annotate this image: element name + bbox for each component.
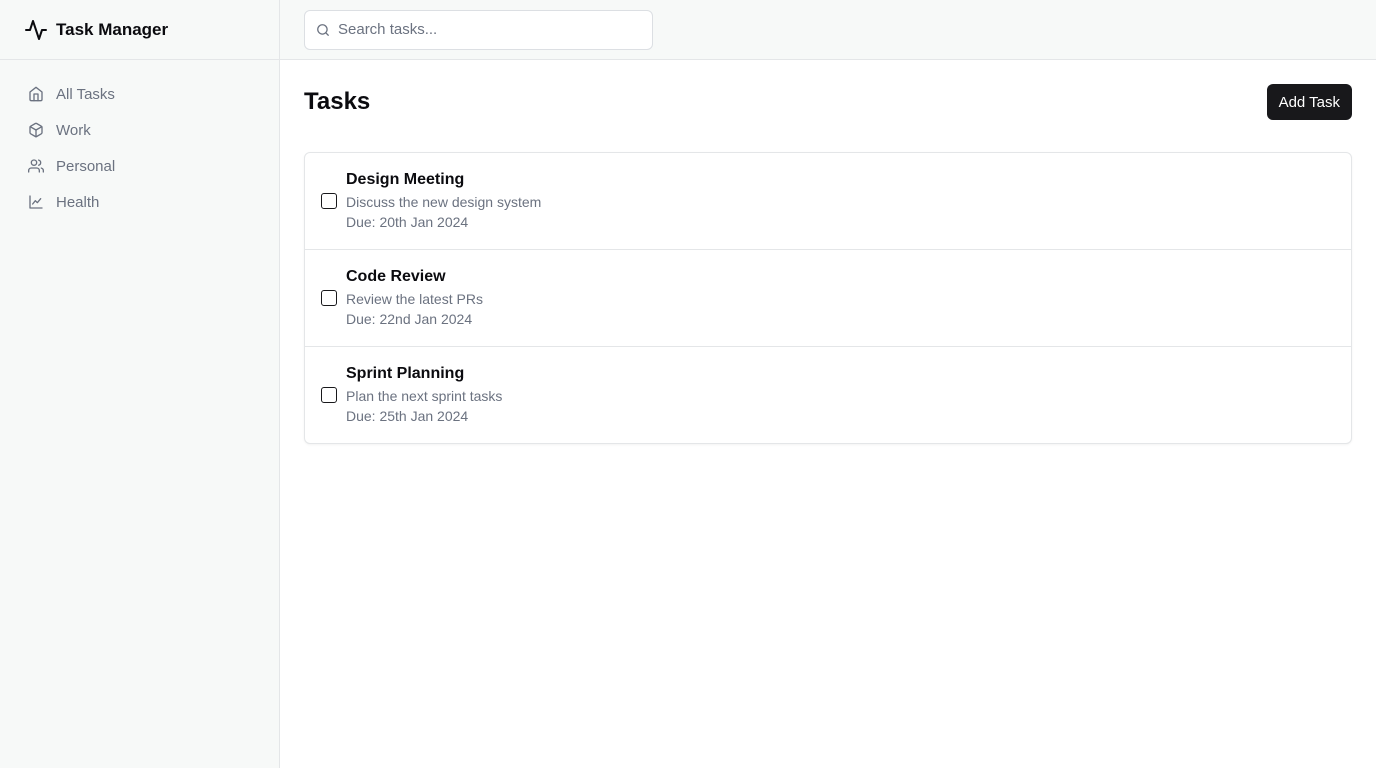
sidebar: Task Manager All Tasks Work Personal Hea… <box>0 0 280 768</box>
task-text: Sprint Planning Plan the next sprint tas… <box>346 364 502 426</box>
task-list: Design Meeting Discuss the new design sy… <box>304 152 1352 444</box>
sidebar-item-label: Health <box>56 193 100 211</box>
sidebar-item-label: Work <box>56 121 91 139</box>
task-description: Review the latest PRs <box>346 291 483 307</box>
activity-icon <box>24 18 48 42</box>
brand: Task Manager <box>0 0 279 60</box>
page-header: Tasks Add Task <box>304 84 1352 120</box>
task-text: Code Review Review the latest PRs Due: 2… <box>346 267 483 329</box>
content: Tasks Add Task Design Meeting Discuss th… <box>280 60 1376 444</box>
app-root: Task Manager All Tasks Work Personal Hea… <box>0 0 1376 768</box>
home-icon <box>28 86 44 102</box>
sidebar-item-all-tasks[interactable]: All Tasks <box>16 76 263 112</box>
sidebar-item-label: Personal <box>56 157 116 175</box>
task-title: Design Meeting <box>346 171 465 188</box>
main-area: Tasks Add Task Design Meeting Discuss th… <box>280 0 1376 768</box>
search-box[interactable] <box>304 9 653 50</box>
package-icon <box>28 122 44 138</box>
task-due-date: Due: 20th Jan 2024 <box>346 214 469 230</box>
task-due-date: Due: 25th Jan 2024 <box>346 408 469 424</box>
task-checkbox[interactable] <box>321 387 337 403</box>
line-chart-icon <box>28 194 44 210</box>
list-item: Sprint Planning Plan the next sprint tas… <box>305 347 1351 443</box>
search-icon <box>316 23 330 37</box>
top-bar <box>280 0 1376 60</box>
list-item: Code Review Review the latest PRs Due: 2… <box>305 250 1351 347</box>
page-title: Tasks <box>304 88 371 115</box>
list-item: Design Meeting Discuss the new design sy… <box>305 153 1351 250</box>
users-icon <box>28 158 44 174</box>
task-due-date: Due: 22nd Jan 2024 <box>346 311 473 327</box>
app-title: Task Manager <box>56 19 169 39</box>
task-title: Code Review <box>346 268 446 285</box>
task-checkbox[interactable] <box>321 290 337 306</box>
task-description: Plan the next sprint tasks <box>346 388 503 404</box>
task-checkbox[interactable] <box>321 193 337 209</box>
sidebar-item-label: All Tasks <box>56 85 115 103</box>
add-task-button[interactable]: Add Task <box>1266 84 1352 120</box>
task-description: Discuss the new design system <box>346 194 542 210</box>
search-input[interactable] <box>338 21 628 38</box>
sidebar-item-health[interactable]: Health <box>16 184 263 220</box>
sidebar-item-work[interactable]: Work <box>16 112 263 148</box>
sidebar-nav: All Tasks Work Personal Health <box>0 60 279 220</box>
sidebar-item-personal[interactable]: Personal <box>16 148 263 184</box>
task-title: Sprint Planning <box>346 365 465 382</box>
task-text: Design Meeting Discuss the new design sy… <box>346 170 541 232</box>
